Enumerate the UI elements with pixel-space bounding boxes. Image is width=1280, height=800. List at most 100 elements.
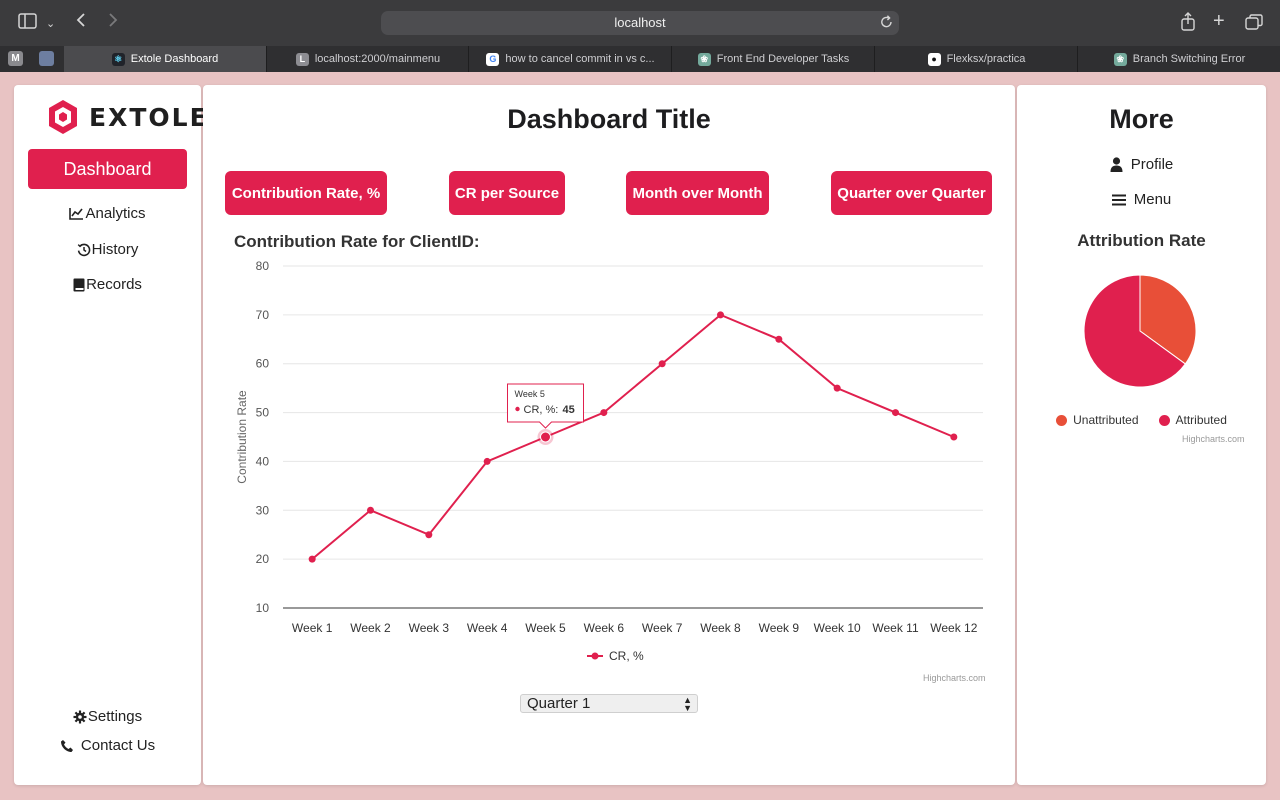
google-icon: G: [486, 52, 500, 66]
tab-google-search[interactable]: G how to cancel commit in vs c...: [470, 46, 672, 72]
y-tick-label: 20: [256, 552, 270, 566]
data-point: [425, 531, 433, 539]
quarter-over-quarter-button[interactable]: Quarter over Quarter: [831, 171, 992, 215]
more-title: More: [1109, 104, 1174, 134]
legend-label: Unattributed: [1073, 413, 1139, 427]
x-tick-label: Week 11: [872, 621, 919, 635]
chevron-down-icon[interactable]: ⌄: [46, 14, 55, 34]
profile-link[interactable]: Profile: [1017, 156, 1266, 173]
pie-chart-credits[interactable]: Highcharts.com: [1182, 434, 1245, 444]
chatgpt-icon: ❀: [1113, 52, 1127, 66]
pinned-tab-docs-icon[interactable]: [39, 51, 54, 66]
nav-history-label: History: [91, 241, 139, 258]
tab-front-end-tasks[interactable]: ❀ Front End Developer Tasks: [673, 46, 875, 72]
github-icon: ●: [927, 52, 941, 66]
x-tick-label: Week 2: [350, 621, 391, 635]
sidebar-toggle-icon[interactable]: [18, 13, 37, 35]
new-tab-icon[interactable]: +: [1213, 11, 1225, 31]
y-tick-label: 10: [256, 601, 270, 615]
select-arrows-icon: ▲ ▼: [683, 695, 692, 713]
forward-icon[interactable]: [108, 12, 118, 34]
nav-records[interactable]: Records: [14, 276, 201, 293]
x-tick-label: Week 4: [467, 621, 508, 635]
legend-label: CR, %: [609, 649, 644, 663]
y-axis-label: Contribution Rate: [235, 390, 249, 484]
back-icon[interactable]: [76, 12, 86, 34]
tab-label: Branch Switching Error: [1132, 53, 1246, 65]
line-chart: 10 20 30 40 50 60 70 80 Contribution Rate Week 1 W…: [235, 259, 983, 663]
nav-analytics[interactable]: Analytics: [14, 205, 201, 222]
hamburger-icon: [1111, 194, 1126, 205]
month-over-month-button[interactable]: Month over Month: [626, 171, 769, 215]
x-tick-label: Week 5: [525, 621, 566, 635]
x-tick-label: Week 9: [759, 621, 800, 635]
tab-label: Flexksx/practica: [946, 53, 1026, 65]
nav-analytics-label: Analytics: [85, 205, 146, 222]
data-point: [367, 506, 374, 514]
data-point: [658, 360, 666, 368]
pie-legend: Unattributed Attributed: [1017, 413, 1266, 427]
tab-extole-dashboard[interactable]: ⚛ Extole Dashboard: [64, 46, 267, 72]
y-tick-label: 50: [256, 406, 270, 420]
nav-settings[interactable]: Settings: [14, 708, 201, 725]
data-point: [483, 457, 491, 465]
share-icon[interactable]: [1180, 12, 1196, 37]
legend-label: Attributed: [1175, 413, 1227, 427]
series-line: [311, 313, 955, 560]
pinned-tab[interactable]: M: [8, 51, 23, 66]
x-tick-label: Week 3: [409, 621, 450, 635]
tab-branch-switching[interactable]: ❀ Branch Switching Error: [1079, 46, 1280, 72]
nav-contact-us[interactable]: Contact Us: [14, 737, 201, 754]
legend-marker: [591, 652, 599, 660]
history-icon: [77, 243, 91, 256]
data-point: [540, 431, 551, 443]
menu-link[interactable]: Menu: [1017, 191, 1266, 208]
data-point: [892, 409, 899, 417]
legend-item-attributed[interactable]: Attributed: [1158, 413, 1227, 427]
y-tick-label: 40: [256, 454, 270, 468]
x-tick-label: Week 6: [584, 621, 625, 635]
book-icon: [73, 278, 85, 291]
chart-line-icon: [69, 208, 84, 220]
x-tick-label: Week 10: [814, 621, 861, 635]
gear-icon: [73, 710, 87, 723]
quarter-select-value: Quarter 1: [527, 695, 591, 712]
letter-l-icon: L: [295, 52, 309, 66]
reload-icon[interactable]: [880, 15, 893, 34]
tab-label: how to cancel commit in vs c...: [505, 53, 655, 65]
address-text: localhost: [614, 15, 666, 30]
quarter-select[interactable]: Quarter 1 ▲ ▼: [520, 694, 698, 713]
tab-overview-icon[interactable]: [1245, 14, 1263, 36]
cr-per-source-button[interactable]: CR per Source: [449, 171, 565, 215]
main-panel: Dashboard Title Contribution Rate, % CR …: [203, 85, 1015, 785]
data-point: [775, 335, 783, 343]
data-point: [833, 384, 841, 392]
pie-chart-title: Attribution Rate: [1077, 231, 1206, 250]
y-tick-label: 60: [256, 357, 270, 371]
data-point: [600, 409, 608, 417]
legend-dot-icon: [1056, 414, 1068, 426]
nav-dashboard-button[interactable]: Dashboard: [28, 149, 187, 189]
data-point: [717, 311, 724, 319]
address-bar[interactable]: localhost: [381, 11, 899, 35]
logo-text: EXTOLE: [89, 102, 209, 132]
tooltip-value: 45: [563, 404, 575, 416]
contribution-rate-button[interactable]: Contribution Rate, %: [225, 171, 387, 215]
data-point: [308, 555, 316, 563]
line-chart-credits[interactable]: Highcharts.com: [923, 673, 986, 683]
tab-label: Front End Developer Tasks: [716, 53, 850, 65]
nav-history[interactable]: History: [14, 241, 201, 258]
x-tick-label: Week 1: [292, 621, 333, 635]
browser-toolbar: ⌄ localhost +: [0, 0, 1280, 46]
nav-settings-label: Settings: [87, 708, 143, 725]
chatgpt-icon: ❀: [697, 52, 711, 66]
legend-item-unattributed[interactable]: Unattributed: [1056, 413, 1139, 427]
y-tick-label: 30: [256, 503, 270, 517]
page-title: Dashboard Title: [507, 104, 711, 134]
right-panel: More Profile Menu Attribution Rate Unatt…: [1017, 85, 1266, 785]
tab-github-practica[interactable]: ● Flexksx/practica: [876, 46, 1078, 72]
tab-label: localhost:2000/mainmenu: [314, 53, 441, 65]
tooltip-series: CR, %:: [524, 404, 559, 416]
tab-mainmenu[interactable]: L localhost:2000/mainmenu: [268, 46, 469, 72]
logo[interactable]: EXTOLE: [47, 99, 209, 135]
